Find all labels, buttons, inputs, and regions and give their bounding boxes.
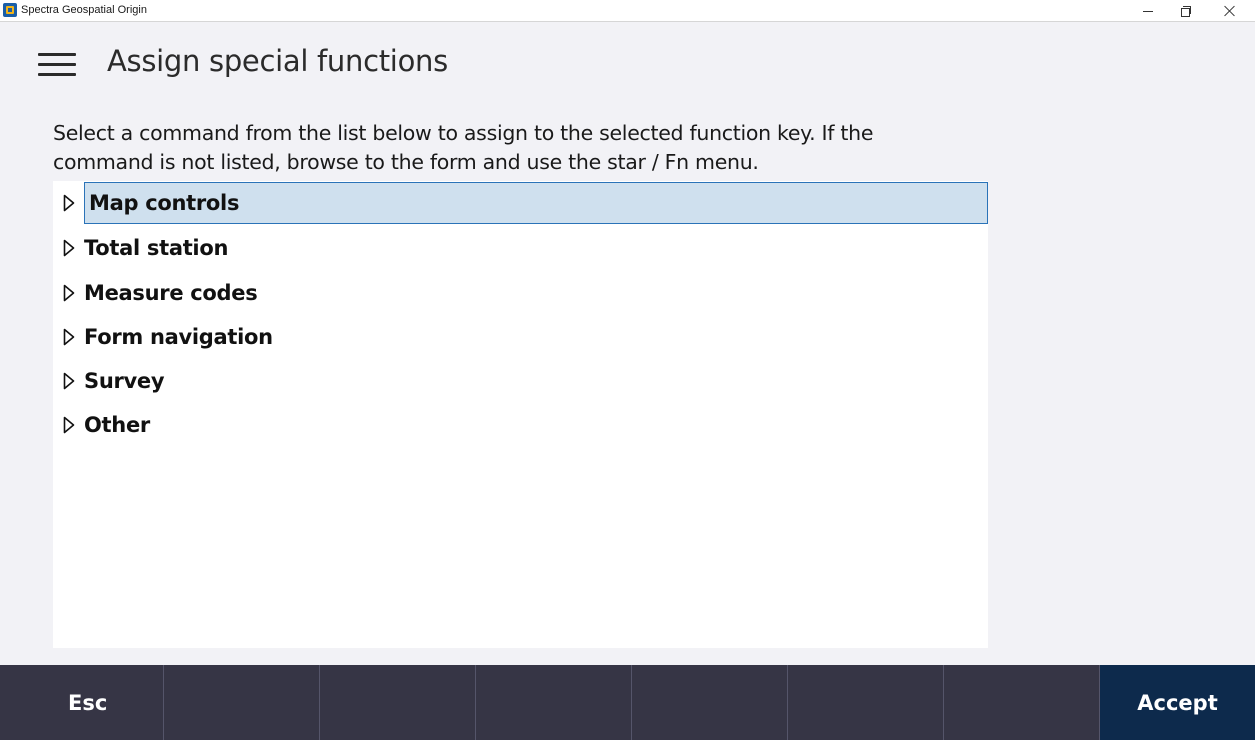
expand-arrow-icon[interactable]: [63, 328, 75, 346]
tree-item-label: Other: [84, 413, 150, 437]
tree-item-label: Map controls: [89, 191, 240, 215]
tree-item-label: Form navigation: [84, 325, 273, 349]
hamburger-menu-icon[interactable]: [38, 53, 76, 79]
expand-arrow-icon[interactable]: [63, 284, 75, 302]
expand-arrow-icon[interactable]: [63, 194, 75, 212]
accept-button[interactable]: Accept: [1100, 665, 1255, 740]
tree-item-total-station[interactable]: Total station: [53, 226, 988, 270]
tree-item-label: Measure codes: [84, 281, 258, 305]
function-key-bar: Esc Accept: [0, 665, 1255, 740]
tree-item-form-navigation[interactable]: Form navigation: [53, 315, 988, 359]
instructions-text: Select a command from the list below to …: [53, 121, 874, 174]
page-title: Assign special functions: [107, 44, 448, 78]
window-title-bar[interactable]: Spectra Geospatial Origin: [0, 0, 1255, 22]
tree-item-label: Survey: [84, 369, 165, 393]
function-key-3[interactable]: [320, 665, 476, 740]
close-icon[interactable]: [1212, 0, 1248, 22]
expand-arrow-icon[interactable]: [63, 416, 75, 434]
tree-item-survey[interactable]: Survey: [53, 359, 988, 403]
app-logo-icon: [3, 3, 17, 17]
function-key-5[interactable]: [632, 665, 788, 740]
tree-item-other[interactable]: Other: [53, 403, 988, 447]
esc-button[interactable]: Esc: [0, 665, 164, 740]
function-key-4[interactable]: [476, 665, 632, 740]
expand-arrow-icon[interactable]: [63, 239, 75, 257]
tree-item-measure-codes[interactable]: Measure codes: [53, 271, 988, 315]
restore-icon[interactable]: [1168, 0, 1204, 22]
window-title: Spectra Geospatial Origin: [21, 4, 147, 16]
tree-item-label: Total station: [84, 236, 229, 260]
minimize-icon[interactable]: [1130, 0, 1166, 22]
function-key-7[interactable]: [944, 665, 1100, 740]
command-tree-list[interactable]: Map controls Total station Measure codes…: [53, 181, 988, 648]
function-key-2[interactable]: [164, 665, 320, 740]
tree-item-map-controls[interactable]: Map controls: [53, 181, 988, 225]
function-key-6[interactable]: [788, 665, 944, 740]
expand-arrow-icon[interactable]: [63, 372, 75, 390]
